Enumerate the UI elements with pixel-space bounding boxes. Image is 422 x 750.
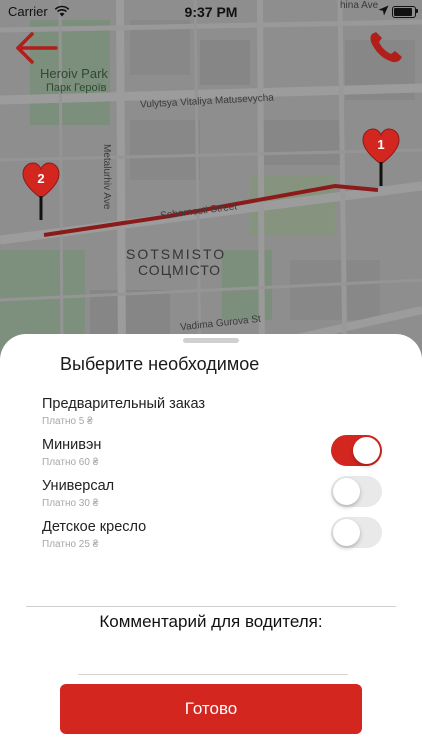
options-sheet: Выберите необходимое Предварительный зак… [0, 334, 422, 750]
option-price: Платно 60 ₴ [42, 457, 99, 468]
toggle-knob [353, 437, 380, 464]
toggle-knob [333, 519, 360, 546]
option-preorder[interactable]: Предварительный заказ Платно 5 ₴ [0, 396, 422, 432]
option-universal: Универсал Платно 30 ₴ [0, 476, 422, 514]
map-label-district-en: SOTSMISTO [126, 246, 227, 262]
status-bar: Carrier 9:37 PM [0, 0, 422, 24]
map-label-district-uk: СОЦМІСТО [138, 262, 222, 278]
comment-label: Комментарий для водителя: [99, 612, 323, 631]
option-minivan: Минивэн Платно 60 ₴ [0, 435, 422, 473]
route-pin-1[interactable]: 1 [361, 128, 401, 188]
map-label-park-uk: Парк Героїв [46, 82, 107, 94]
route-pin-2[interactable]: 2 [21, 162, 61, 222]
back-button[interactable] [14, 30, 60, 66]
toggle-knob [333, 478, 360, 505]
arrow-left-icon [16, 32, 58, 64]
sheet-grabber[interactable] [183, 338, 239, 343]
pin-number: 1 [377, 137, 385, 152]
sheet-title: Выберите необходимое [60, 354, 260, 374]
option-title: Детское кресло [42, 519, 147, 535]
divider [26, 606, 396, 607]
battery-tip [416, 9, 418, 13]
option-title: Универсал [42, 478, 115, 494]
option-title: Минивэн [42, 437, 102, 453]
option-price: Платно 25 ₴ [42, 539, 99, 550]
clock: 9:37 PM [184, 4, 238, 20]
battery-icon [392, 6, 416, 18]
minivan-toggle[interactable] [331, 435, 382, 466]
option-title: Предварительный заказ [42, 396, 206, 412]
child-seat-toggle[interactable] [331, 517, 382, 548]
universal-toggle[interactable] [331, 476, 382, 507]
option-child-seat: Детское кресло Платно 25 ₴ [0, 517, 422, 555]
phone-icon [370, 32, 402, 63]
done-button[interactable]: Готово [60, 684, 362, 734]
map-canvas [0, 0, 422, 360]
location-arrow-icon [378, 5, 389, 16]
map-label-street-metalurhiv: Metalurhiv Ave [101, 144, 112, 210]
map-view[interactable]: hina Ave Heroiv Park Парк Героїв Vulytsy… [0, 0, 422, 360]
option-price: Платно 30 ₴ [42, 498, 99, 509]
call-driver-button[interactable] [366, 30, 406, 66]
pin-number: 2 [37, 171, 45, 186]
map-label-park-en: Heroiv Park [40, 66, 108, 81]
comment-input[interactable] [78, 642, 348, 675]
option-price: Платно 5 ₴ [42, 416, 93, 427]
